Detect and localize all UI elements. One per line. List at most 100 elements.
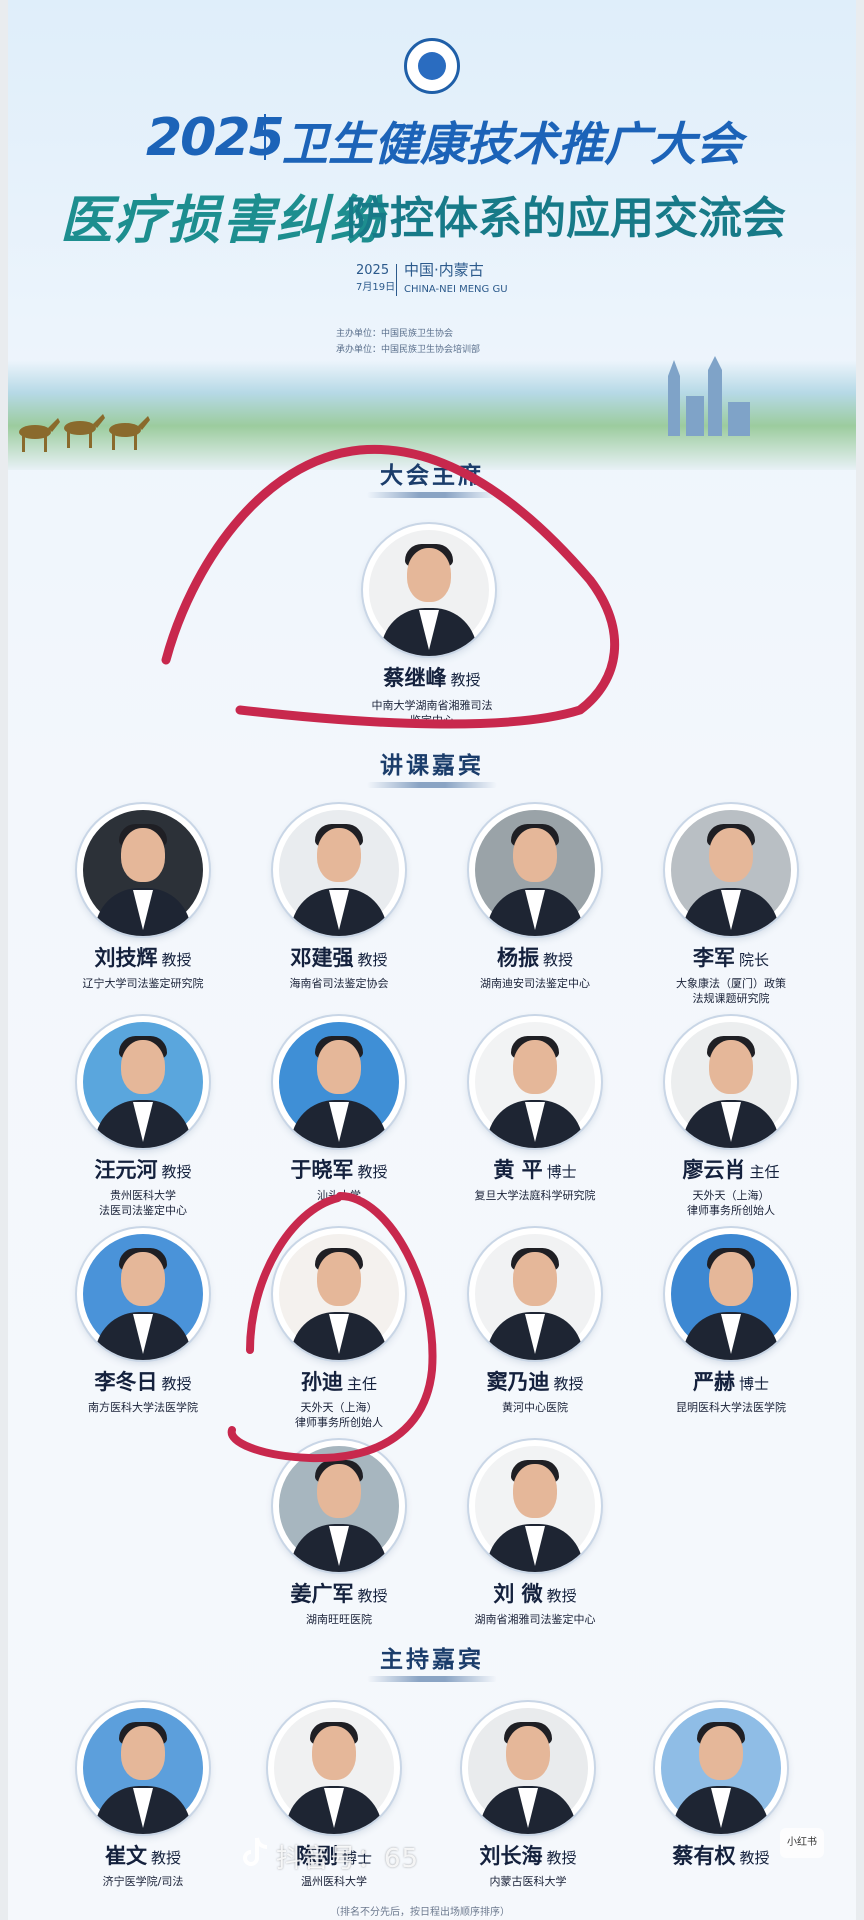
section-chair: 大会主席 bbox=[0, 456, 864, 498]
speakers-name-line: 杨振 教授 bbox=[429, 942, 641, 972]
speakers-title: 教授 bbox=[161, 1163, 192, 1181]
speakers-name-line: 汪元河 教授 bbox=[37, 1154, 249, 1184]
speakers-affiliation-line: 汕头大学 bbox=[317, 1189, 361, 1202]
hosts-affiliation: 温州医科大学 bbox=[228, 1874, 440, 1889]
hosts-affiliation: 内蒙古医科大学 bbox=[422, 1874, 634, 1889]
hosts-affiliation-line: 温州医科大学 bbox=[301, 1875, 367, 1888]
speakers-name: 杨振 bbox=[496, 946, 539, 970]
speakers-avatar bbox=[665, 1228, 797, 1360]
chair-name-line: 蔡继峰 教授 bbox=[332, 662, 532, 692]
speakers-title: 教授 bbox=[542, 951, 573, 969]
section-hosts-ornament bbox=[367, 1676, 497, 1682]
organizer-org: 承办单位：中国民族卫生协会培训部 bbox=[336, 345, 481, 355]
avatar-face bbox=[407, 548, 451, 602]
footnote: （排名不分先后，按日程出场顺序排序） bbox=[330, 1907, 510, 1918]
hosts-affiliation-line: 内蒙古医科大学 bbox=[489, 1875, 567, 1888]
speakers-affiliation: 贵州医科大学 法医司法鉴定中心 bbox=[37, 1188, 249, 1218]
speakers-avatar bbox=[469, 804, 601, 936]
speakers-name-line: 刘 微教授 bbox=[429, 1578, 641, 1608]
speakers-name: 于晓军 bbox=[290, 1158, 354, 1182]
chair-affiliation-line: 中南大学湖南省湘雅司法 bbox=[371, 699, 493, 712]
speakers-name-line: 严赫 博士 bbox=[625, 1366, 837, 1396]
speakers-affiliation: 湖南省湘雅司法鉴定中心 bbox=[429, 1612, 641, 1627]
avatar-face bbox=[513, 1040, 557, 1094]
speakers-title: 教授 bbox=[357, 951, 388, 969]
avatar-face bbox=[121, 828, 165, 882]
speakers-avatar bbox=[665, 804, 797, 936]
avatar-face bbox=[121, 1726, 165, 1780]
speakers-name: 黄 平 bbox=[493, 1158, 543, 1182]
avatar-face bbox=[317, 1252, 361, 1306]
speakers-affiliation-line: 复旦大学法庭科学研究院 bbox=[474, 1189, 596, 1202]
avatar-face bbox=[506, 1726, 550, 1780]
speakers-affiliation: 辽宁大学司法鉴定研究院 bbox=[37, 976, 249, 991]
xiaohongshu-badge: 小红书 bbox=[780, 1828, 824, 1858]
avatar-face bbox=[312, 1726, 356, 1780]
chair-affiliation-line: 鉴定中心 bbox=[410, 714, 454, 727]
hosts-title: 教授 bbox=[150, 1849, 181, 1867]
speakers-name: 严赫 bbox=[692, 1370, 735, 1394]
subtitle-calligraphy: 医疗损害纠纷 bbox=[60, 191, 385, 251]
avatar-face bbox=[121, 1252, 165, 1306]
hosts-affiliation: 济宁医学院/司法 bbox=[37, 1874, 249, 1889]
speakers-affiliation: 黄河中心医院 bbox=[429, 1400, 641, 1415]
chair-name: 蔡继峰 bbox=[383, 666, 447, 690]
speakers-name-line: 窦乃迪 教授 bbox=[429, 1366, 641, 1396]
speakers-title: 博士 bbox=[546, 1163, 577, 1181]
section-chair-label: 大会主席 bbox=[380, 463, 484, 489]
speakers-avatar bbox=[469, 1440, 601, 1572]
speakers-name-line: 姜广军 教授 bbox=[233, 1578, 445, 1608]
speakers-affiliation-line: 大象康法（厦门）政策 bbox=[676, 977, 786, 990]
speakers-affiliation-line: 海南省司法鉴定协会 bbox=[289, 977, 389, 990]
avatar-face bbox=[513, 1252, 557, 1306]
speakers-title: 主任 bbox=[346, 1375, 377, 1393]
speakers-title: 教授 bbox=[357, 1163, 388, 1181]
horses-illustration bbox=[19, 414, 150, 452]
speakers-title: 教授 bbox=[161, 951, 192, 969]
speakers-affiliation-line: 天外天（上海） bbox=[692, 1189, 770, 1202]
speakers-avatar bbox=[77, 1228, 209, 1360]
speakers-name: 刘技辉 bbox=[94, 946, 158, 970]
avatar-face bbox=[709, 828, 753, 882]
speakers-avatar bbox=[273, 804, 405, 936]
speakers-avatar bbox=[273, 1016, 405, 1148]
speakers-title: 教授 bbox=[553, 1375, 584, 1393]
speakers-affiliation-line: 辽宁大学司法鉴定研究院 bbox=[82, 977, 204, 990]
avatar-face bbox=[513, 1464, 557, 1518]
date-day: 7月19日 bbox=[356, 282, 396, 293]
speakers-affiliation-line: 天外天（上海） bbox=[300, 1401, 378, 1414]
section-hosts-label: 主持嘉宾 bbox=[380, 1647, 484, 1673]
conference-title: 卫生健康技术推广大会 bbox=[282, 117, 742, 171]
hosts-name-line: 刘长海 教授 bbox=[422, 1840, 634, 1870]
section-speakers-label: 讲课嘉宾 bbox=[380, 753, 484, 779]
speakers-affiliation-line: 昆明医科大学法医学院 bbox=[676, 1401, 786, 1414]
speakers-name: 孙迪 bbox=[300, 1370, 343, 1394]
hosts-avatar bbox=[268, 1702, 400, 1834]
hosts-avatar bbox=[462, 1702, 594, 1834]
date-year: 2025 bbox=[356, 263, 390, 278]
hosts-title: 教授 bbox=[546, 1849, 577, 1867]
speakers-affiliation-line: 湖南迪安司法鉴定中心 bbox=[480, 977, 590, 990]
speakers-affiliation-line: 法医司法鉴定中心 bbox=[99, 1204, 187, 1217]
speakers-affiliation: 大象康法（厦门）政策 法规课题研究院 bbox=[625, 976, 837, 1006]
association-logo bbox=[404, 38, 460, 94]
speakers-title: 主任 bbox=[749, 1163, 780, 1181]
speakers-avatar bbox=[77, 1016, 209, 1148]
speakers-title: 教授 bbox=[357, 1587, 388, 1605]
section-speakers-ornament bbox=[367, 782, 497, 788]
speakers-name-line: 李冬日 教授 bbox=[37, 1366, 249, 1396]
speakers-affiliation-line: 贵州医科大学 bbox=[110, 1189, 176, 1202]
speakers-name-line: 于晓军 教授 bbox=[233, 1154, 445, 1184]
speakers-name: 刘 微 bbox=[493, 1582, 543, 1606]
section-hosts: 主持嘉宾 bbox=[0, 1640, 864, 1682]
hosts-name-line: 崔文 教授 bbox=[37, 1840, 249, 1870]
avatar-face bbox=[513, 828, 557, 882]
avatar-face bbox=[699, 1726, 743, 1780]
speakers-name: 李军 bbox=[692, 946, 735, 970]
hosts-title: 教授 bbox=[739, 1849, 770, 1867]
hosts-name: 刘长海 bbox=[479, 1844, 543, 1868]
chair-avatar bbox=[363, 524, 495, 656]
city-towers-illustration bbox=[668, 356, 750, 436]
speakers-name-line: 黄 平博士 bbox=[429, 1154, 641, 1184]
section-chair-ornament bbox=[367, 492, 497, 498]
